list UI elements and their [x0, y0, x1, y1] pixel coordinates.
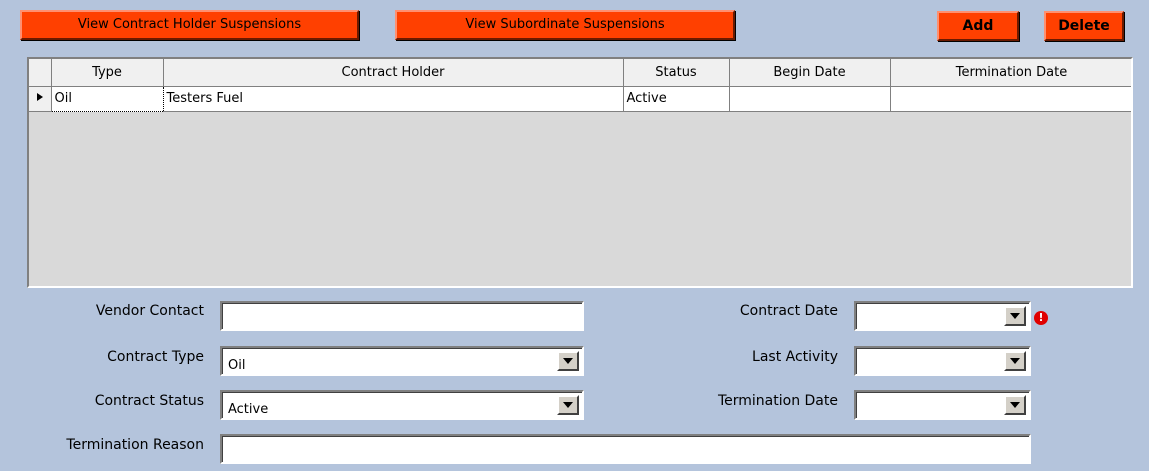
column-header-contract-holder[interactable]: Contract Holder	[163, 59, 624, 87]
view-contract-holder-suspensions-button[interactable]: View Contract Holder Suspensions	[20, 10, 359, 40]
table-row[interactable]: Oil Testers Fuel Active	[29, 85, 1131, 112]
termination-date-label: Termination Date	[717, 393, 838, 409]
chevron-down-icon	[563, 358, 573, 364]
contract-type-value: Oil	[228, 358, 246, 373]
contract-type-dropdown-button[interactable]	[557, 351, 579, 371]
delete-button[interactable]: Delete	[1044, 11, 1124, 41]
contract-type-label: Contract Type	[107, 349, 204, 365]
cell-contract-holder[interactable]: Testers Fuel	[163, 86, 624, 112]
contract-status-label: Contract Status	[94, 393, 204, 409]
triangle-right-icon	[36, 93, 43, 101]
exclamation-icon: !	[1034, 311, 1048, 325]
termination-reason-label: Termination Reason	[66, 437, 204, 453]
termination-date-dropdown-button[interactable]	[1004, 395, 1026, 415]
contract-date-label: Contract Date	[739, 303, 838, 319]
last-activity-label: Last Activity	[752, 349, 838, 365]
chevron-down-icon	[1010, 358, 1020, 364]
contract-status-dropdown-button[interactable]	[557, 395, 579, 415]
column-header-termination-date[interactable]: Termination Date	[890, 59, 1131, 87]
grid-header-row: Type Contract Holder Status Begin Date T…	[29, 59, 1131, 87]
contract-status-value: Active	[228, 402, 269, 417]
chevron-down-icon	[563, 402, 573, 408]
vendor-contact-label: Vendor Contact	[95, 303, 204, 319]
chevron-down-icon	[1010, 402, 1020, 408]
contract-status-select[interactable]: Active	[220, 390, 584, 420]
last-activity-select[interactable]	[854, 346, 1031, 376]
chevron-down-icon	[1010, 313, 1020, 319]
column-header-status[interactable]: Status	[623, 59, 730, 87]
contract-date-select[interactable]	[854, 301, 1031, 331]
cell-begin-date[interactable]	[729, 86, 891, 112]
cell-status[interactable]: Active	[623, 86, 730, 112]
add-button[interactable]: Add	[937, 11, 1019, 41]
cell-type[interactable]: Oil	[50, 85, 164, 112]
termination-reason-input[interactable]	[220, 434, 1031, 464]
contract-type-select[interactable]: Oil	[220, 346, 584, 376]
column-header-type[interactable]: Type	[51, 59, 164, 87]
column-header-begin-date[interactable]: Begin Date	[729, 59, 891, 87]
termination-date-select[interactable]	[854, 390, 1031, 420]
view-subordinate-suspensions-button[interactable]: View Subordinate Suspensions	[395, 10, 735, 40]
contract-date-dropdown-button[interactable]	[1004, 306, 1026, 326]
row-selector-header	[29, 59, 52, 87]
contracts-grid[interactable]: Type Contract Holder Status Begin Date T…	[27, 57, 1133, 288]
row-selector[interactable]	[29, 86, 52, 112]
last-activity-dropdown-button[interactable]	[1004, 351, 1026, 371]
vendor-contact-input[interactable]	[220, 301, 584, 331]
cell-termination-date[interactable]	[890, 86, 1131, 112]
